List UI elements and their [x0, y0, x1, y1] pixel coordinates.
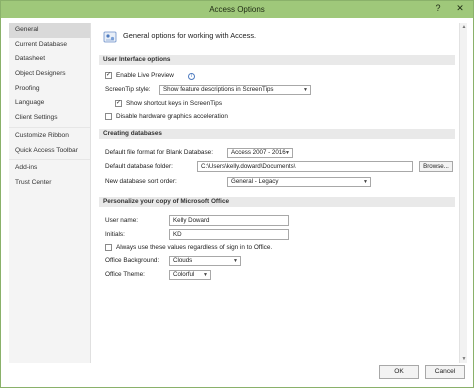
default-folder-input[interactable]: C:\Users\kelly.doward\Documents\ — [197, 161, 413, 172]
panel-headline: General options for working with Access. — [103, 29, 403, 45]
options-sidebar: General Current Database Datasheet Objec… — [9, 23, 91, 363]
scroll-up-icon[interactable]: ▲ — [460, 23, 468, 31]
chevron-down-icon: ▼ — [303, 87, 308, 93]
section-creating-databases: Creating databases — [99, 129, 455, 139]
office-theme-select[interactable]: Colorful ▼ — [169, 270, 211, 280]
cancel-button[interactable]: Cancel — [425, 365, 465, 379]
live-preview-label: Enable Live Preview — [116, 72, 174, 79]
default-format-select[interactable]: Access 2007 - 2016 ▼ — [227, 148, 293, 158]
sidebar-item-language[interactable]: Language — [9, 96, 90, 111]
screentip-style-select[interactable]: Show feature descriptions in ScreenTips … — [159, 85, 311, 95]
access-options-dialog: Access Options ? ✕ General Current Datab… — [0, 0, 474, 388]
office-background-value: Clouds — [173, 257, 193, 264]
headline-text: General options for working with Access. — [123, 31, 257, 40]
initials-label: Initials: — [105, 231, 125, 238]
disable-hw-row: Disable hardware graphics acceleration — [105, 112, 325, 122]
office-theme-label: Office Theme: — [105, 271, 145, 278]
sort-order-value: General - Legacy — [231, 178, 279, 185]
sidebar-item-object-designers[interactable]: Object Designers — [9, 67, 90, 82]
initials-input[interactable]: KD — [169, 229, 289, 240]
default-format-value: Access 2007 - 2016 — [231, 149, 286, 156]
chevron-down-icon: ▼ — [233, 258, 238, 264]
live-preview-checkbox[interactable]: ✓ — [105, 72, 112, 79]
chevron-down-icon: ▼ — [203, 272, 208, 278]
default-format-label: Default file format for Blank Database: — [105, 149, 213, 156]
chevron-down-icon: ▼ — [285, 150, 290, 156]
sidebar-item-general[interactable]: General — [9, 23, 90, 38]
title-bar: Access Options ? ✕ — [1, 1, 473, 18]
sidebar-item-trust-center[interactable]: Trust Center — [9, 176, 90, 191]
shortcut-keys-label: Show shortcut keys in ScreenTips — [126, 100, 223, 107]
browse-button[interactable]: Browse... — [419, 161, 453, 172]
always-use-checkbox[interactable] — [105, 244, 112, 251]
sort-order-select[interactable]: General - Legacy ▼ — [227, 177, 371, 187]
sidebar-item-current-database[interactable]: Current Database — [9, 38, 90, 53]
section-personalize: Personalize your copy of Microsoft Offic… — [99, 197, 455, 207]
scroll-down-icon[interactable]: ▼ — [460, 355, 468, 363]
live-preview-row: ✓ Enable Live Preview i — [105, 71, 305, 81]
sidebar-item-datasheet[interactable]: Datasheet — [9, 52, 90, 67]
chevron-down-icon: ▼ — [363, 179, 368, 185]
screentip-style-value: Show feature descriptions in ScreenTips — [163, 86, 274, 93]
disable-hw-checkbox[interactable] — [105, 113, 112, 120]
close-button[interactable]: ✕ — [453, 1, 467, 18]
panel-scrollbar[interactable]: ▲ ▼ — [459, 23, 467, 363]
sort-order-label: New database sort order: — [105, 178, 177, 185]
sidebar-item-customize-ribbon[interactable]: Customize Ribbon — [9, 129, 90, 144]
always-use-row: Always use these values regardless of si… — [105, 243, 365, 253]
user-name-input[interactable]: Kelly Doward — [169, 215, 289, 226]
general-options-panel: General options for working with Access.… — [93, 23, 467, 363]
section-user-interface: User Interface options — [99, 55, 455, 65]
sidebar-item-client-settings[interactable]: Client Settings — [9, 111, 90, 126]
sidebar-item-proofing[interactable]: Proofing — [9, 82, 90, 97]
window-title: Access Options — [209, 5, 265, 14]
office-theme-value: Colorful — [173, 271, 195, 278]
sidebar-divider — [9, 126, 90, 128]
office-background-select[interactable]: Clouds ▼ — [169, 256, 241, 266]
default-folder-label: Default database folder: — [105, 163, 173, 170]
shortcut-keys-checkbox[interactable]: ✓ — [115, 100, 122, 107]
sidebar-item-add-ins[interactable]: Add-ins — [9, 161, 90, 176]
always-use-label: Always use these values regardless of si… — [116, 244, 273, 251]
office-background-label: Office Background: — [105, 257, 160, 264]
screentip-label: ScreenTip style: — [105, 86, 151, 93]
sidebar-item-quick-access-toolbar[interactable]: Quick Access Toolbar — [9, 144, 90, 159]
sidebar-divider — [9, 159, 90, 161]
help-button[interactable]: ? — [431, 1, 445, 18]
shortcut-keys-row: ✓ Show shortcut keys in ScreenTips — [115, 99, 315, 109]
info-icon: i — [186, 71, 195, 81]
disable-hw-label: Disable hardware graphics acceleration — [116, 113, 228, 120]
ok-button[interactable]: OK — [379, 365, 419, 379]
user-name-label: User name: — [105, 217, 139, 224]
general-options-icon — [103, 30, 117, 44]
